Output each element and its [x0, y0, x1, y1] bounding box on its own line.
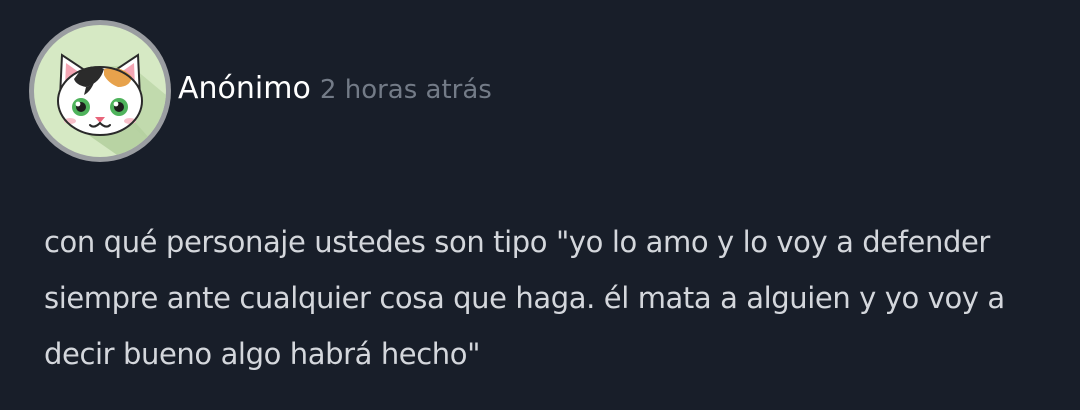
avatar[interactable] [29, 20, 171, 162]
post-body: con qué personaje ustedes son tipo "yo l… [44, 225, 1005, 371]
cat-avatar-icon [34, 25, 166, 157]
post-timestamp: 2 horas atrás [319, 75, 492, 105]
post-header: Anónimo 2 horas atrás [178, 66, 492, 116]
anonymous-post: Anónimo 2 horas atrás con qué personaje … [0, 0, 1080, 410]
author-name[interactable]: Anónimo [178, 71, 311, 106]
